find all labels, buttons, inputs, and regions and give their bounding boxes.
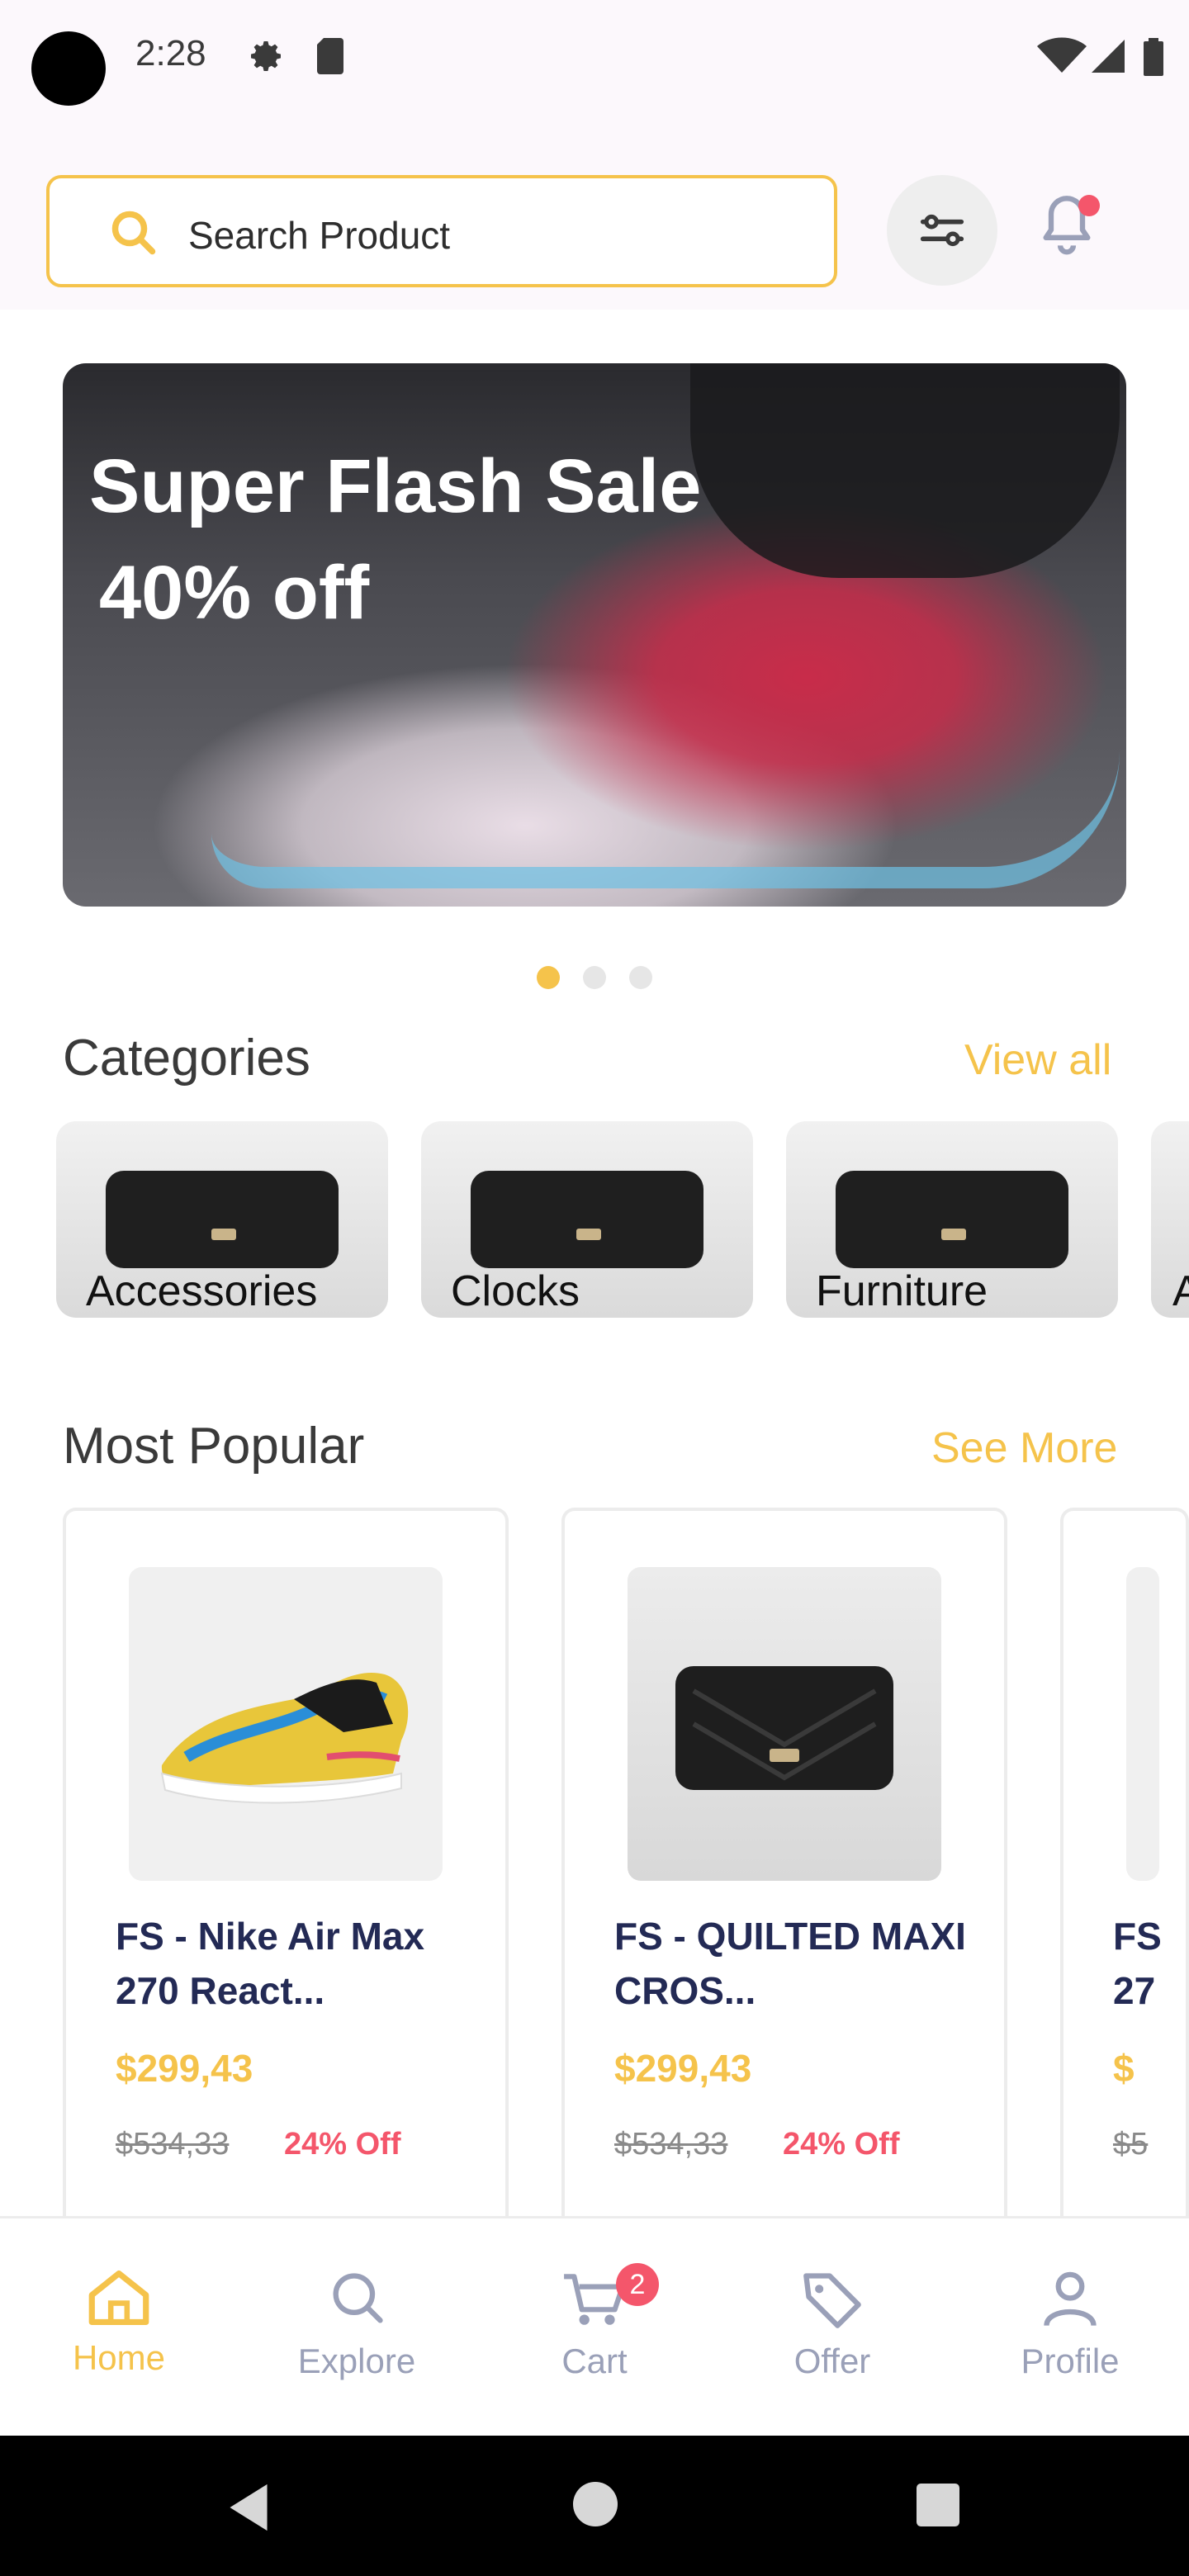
camera-cutout <box>31 31 106 106</box>
product-name: FS 27 <box>1113 1915 1162 2012</box>
carousel-dot-2[interactable] <box>583 966 606 989</box>
filter-button[interactable] <box>887 175 997 286</box>
search-placeholder: Search Product <box>188 214 451 257</box>
product-card[interactable]: FS - Nike Air Max 270 React... $299,43 $… <box>63 1508 509 2242</box>
carousel-dot-3[interactable] <box>629 966 652 989</box>
product-discount: 24% Off <box>284 2127 401 2162</box>
nav-offer[interactable]: Offer <box>741 2268 923 2381</box>
product-price: $299,43 <box>116 2047 253 2090</box>
product-old-price: $534,33 <box>116 2127 230 2162</box>
banner-image-shadow <box>690 363 1120 578</box>
person-icon <box>1044 2271 1097 2327</box>
home-icon <box>88 2270 149 2326</box>
product-card[interactable]: FS - QUILTED MAXI CROS... $299,43 $534,3… <box>561 1508 1007 2242</box>
nav-label: Offer <box>793 2342 871 2380</box>
category-image <box>106 1171 339 1268</box>
category-card[interactable]: Accessories <box>56 1121 388 1318</box>
category-label: Accessories <box>86 1267 318 1315</box>
signal-icon <box>1092 40 1125 73</box>
search-input[interactable]: Search Product <box>46 175 837 287</box>
settings-icon <box>251 41 281 72</box>
bottom-navigation: Home Explore 2 Cart Offer Profile <box>0 2216 1189 2438</box>
product-old-price: $534,33 <box>614 2127 728 2162</box>
nav-profile[interactable]: Profile <box>979 2268 1161 2381</box>
view-all-link[interactable]: View all <box>964 1035 1111 1085</box>
nav-cart[interactable]: 2 Cart <box>504 2263 685 2381</box>
back-icon[interactable] <box>225 2482 272 2533</box>
category-card[interactable]: Clocks <box>421 1121 753 1318</box>
category-image <box>471 1171 703 1268</box>
product-image <box>1126 1567 1159 1881</box>
banner-image-sole <box>211 751 1120 888</box>
recents-icon[interactable] <box>917 2484 959 2526</box>
nav-label: Profile <box>1021 2342 1120 2380</box>
product-image <box>628 1567 941 1881</box>
battery-icon <box>1144 38 1163 76</box>
product-name: FS - QUILTED MAXI CROS... <box>614 1915 966 2012</box>
see-more-link[interactable]: See More <box>931 1423 1117 1473</box>
categories-title: Categories <box>63 1030 310 1087</box>
product-price: $299,43 <box>614 2047 752 2090</box>
nav-explore[interactable]: Explore <box>266 2268 448 2381</box>
tag-icon <box>803 2273 861 2328</box>
filter-icon <box>920 214 964 247</box>
product-old-price: $5 <box>1113 2127 1149 2162</box>
category-label: Furniture <box>816 1267 988 1315</box>
cart-badge: 2 <box>616 2263 659 2306</box>
banner-title: Super Flash Sale <box>89 444 702 528</box>
category-card[interactable]: Furniture <box>786 1121 1118 1318</box>
product-name: FS - Nike Air Max 270 React... <box>116 1915 425 2012</box>
sd-card-icon <box>317 38 343 74</box>
product-image <box>129 1567 443 1881</box>
search-icon <box>111 211 156 255</box>
category-label: A <box>1172 1267 1189 1315</box>
nav-home[interactable]: Home <box>28 2268 210 2378</box>
nav-label: Home <box>72 2338 166 2377</box>
category-card[interactable]: A <box>1151 1121 1189 1318</box>
category-label: Clocks <box>451 1267 580 1315</box>
product-card[interactable]: FS 27 $ $5 <box>1060 1508 1189 2242</box>
nav-label: Cart <box>561 2342 628 2380</box>
system-navigation-bar <box>0 2436 1189 2576</box>
search-icon <box>333 2273 383 2323</box>
carousel-dot-1[interactable] <box>537 966 560 989</box>
status-time: 2:28 <box>135 33 206 73</box>
banner-subtitle: 40% off <box>99 551 370 635</box>
notification-dot <box>1078 195 1100 216</box>
product-discount: 24% Off <box>783 2127 900 2162</box>
category-image <box>836 1171 1068 1268</box>
nav-label: Explore <box>297 2342 416 2380</box>
home-circle-icon[interactable] <box>573 2482 618 2526</box>
wifi-icon <box>1037 37 1087 73</box>
product-price: $ <box>1113 2047 1135 2090</box>
most-popular-title: Most Popular <box>63 1418 365 1475</box>
